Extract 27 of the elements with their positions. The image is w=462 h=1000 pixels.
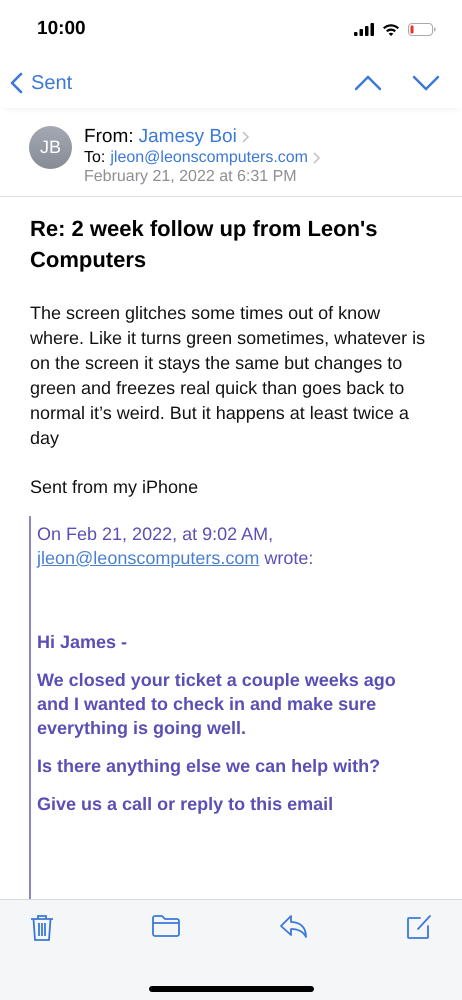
- previous-message-button[interactable]: [354, 75, 382, 91]
- message-paragraph: The screen glitches some times out of know where. Like it turns green sometimes, whatever is on the screen it stays the same but changes to green and freezes real quick than goes back to normal it’s weird. But it happens at least twice a day: [30, 302, 426, 450]
- message-date: February 21, 2022 at 6:31 PM: [84, 168, 298, 186]
- avatar: JB: [29, 126, 72, 169]
- compose-icon[interactable]: [406, 914, 432, 942]
- status-time: 10:00: [37, 18, 86, 40]
- recipient-link[interactable]: jleon@leonscomputers.com: [110, 149, 308, 167]
- message-subject: Re: 2 week follow up from Leon's Computers: [29, 215, 378, 274]
- battery-icon: [408, 22, 436, 36]
- back-button[interactable]: Sent: [10, 72, 72, 94]
- from-label: From:: [84, 126, 134, 148]
- quoted-paragraph: Give us a call or reply to this email: [37, 793, 334, 816]
- chevron-icon: [242, 131, 249, 143]
- quote-attribution: On Feb 21, 2022, at 9:02 AM, jleon@leonscomputers.com wrote:: [37, 523, 314, 570]
- next-message-button[interactable]: [412, 75, 440, 91]
- signal-icon: [354, 22, 374, 36]
- trash-icon[interactable]: [30, 914, 54, 942]
- back-chevron-icon: [10, 72, 23, 94]
- sender-link[interactable]: Jamesy Boi: [138, 126, 237, 148]
- quoted-paragraph: Is there anything else we can help with?: [37, 755, 382, 778]
- chevron-icon: [313, 152, 320, 164]
- quoted-paragraph: Hi James -: [37, 631, 128, 654]
- message-paragraph: Sent from my iPhone: [30, 476, 200, 499]
- to-label: To:: [84, 149, 106, 167]
- wifi-icon: [382, 22, 400, 36]
- quoted-paragraph: We closed your ticket a couple weeks ago and I wanted to check in and make sure everything is going well.: [37, 669, 397, 740]
- email-link[interactable]: jleon@leonscomputers.com: [37, 548, 260, 568]
